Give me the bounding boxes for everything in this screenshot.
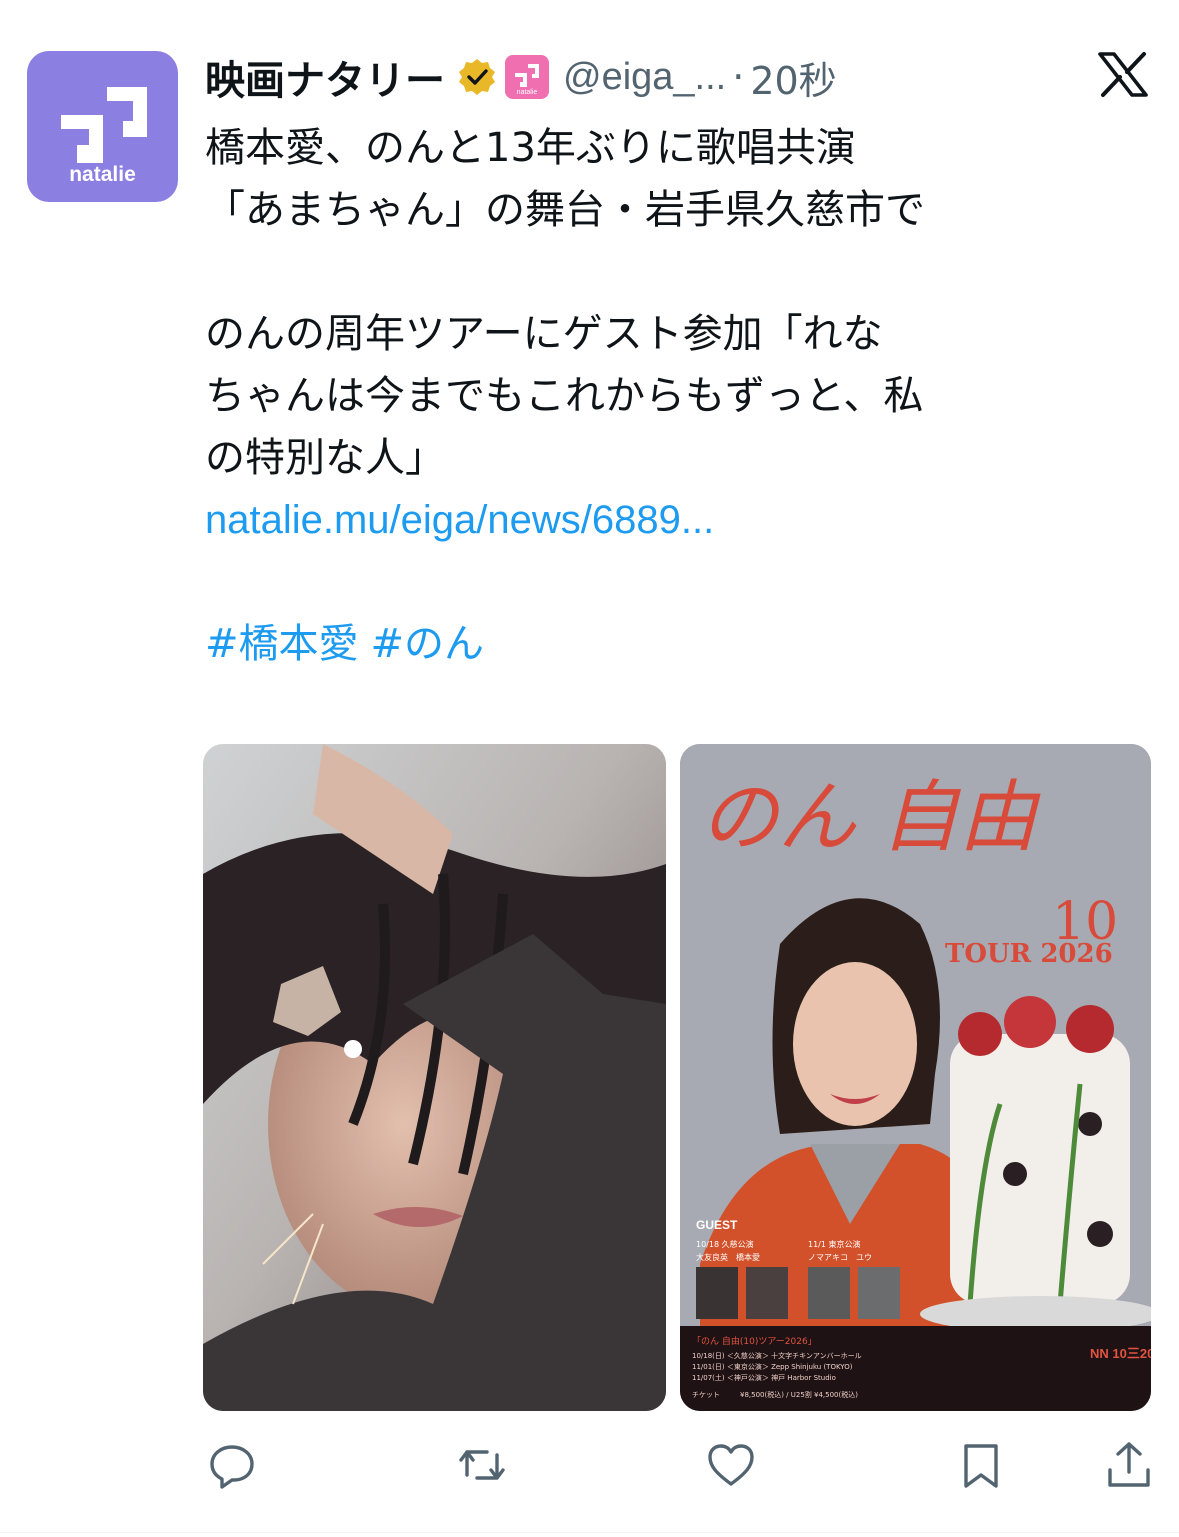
tweet-line: ちゃんは今までもこれからもずっと、私 bbox=[205, 373, 924, 419]
timestamp[interactable]: 20秒 bbox=[750, 50, 836, 105]
bookmark-icon[interactable] bbox=[956, 1440, 1006, 1490]
portrait-photo-image bbox=[203, 744, 666, 1411]
tweet-link[interactable]: natalie.mu/eiga/news/6889... bbox=[205, 489, 1155, 551]
tweet-text: 橋本愛、のんと13年ぶりに歌唱共演 「あまちゃん」の舞台・岩手県久慈市で のんの… bbox=[205, 117, 1155, 675]
hashtag-list: #橋本愛 #のん bbox=[205, 613, 1155, 675]
poster-date1: 10/18(日) ＜久慈公演＞ 十文字チキンアンバーホール bbox=[692, 1351, 862, 1360]
poster-ticket: チケット bbox=[692, 1391, 720, 1399]
poster-price: ¥8,500(税込) / U25割 ¥4,500(税込) bbox=[740, 1390, 858, 1399]
tweet-line: 「あまちゃん」の舞台・岩手県久慈市で bbox=[205, 187, 925, 233]
poster-title: のん 自由 bbox=[700, 773, 1041, 863]
separator-dot: · bbox=[732, 55, 745, 99]
tweet-line: の特別な人」 bbox=[205, 435, 445, 481]
poster-date3: 11/07(土) ＜神戸公演＞ 神戸 Harbor Studio bbox=[692, 1373, 836, 1382]
affiliate-badge[interactable]: natalie bbox=[505, 55, 549, 99]
poster-show1: 10/18 久慈公演 bbox=[696, 1239, 754, 1249]
poster-tour: TOUR 2026 bbox=[945, 939, 1113, 969]
share-icon[interactable] bbox=[1104, 1440, 1154, 1490]
poster-logo: NN 10三20 bbox=[1090, 1346, 1151, 1361]
tweet-photo-2[interactable]: のん 自由 10 TOUR 2026 GUEST 10/18 久慈公演 大友良英… bbox=[680, 744, 1151, 1411]
poster-tour-title: 「のん 自由(10)ツアー2026」 bbox=[692, 1335, 817, 1347]
tweet-photo-1[interactable] bbox=[203, 744, 666, 1411]
tweet-header: 映画ナタリー natalie @eiga_... · 20秒 bbox=[205, 46, 1105, 108]
tweet-line: 橋本愛、のんと13年ぶりに歌唱共演 bbox=[205, 125, 856, 171]
display-name[interactable]: 映画ナタリー bbox=[205, 48, 445, 106]
tweet-line-blank bbox=[205, 241, 1155, 303]
x-logo-icon[interactable] bbox=[1098, 52, 1148, 97]
poster-guest: GUEST bbox=[696, 1218, 738, 1232]
repost-icon[interactable] bbox=[457, 1440, 507, 1490]
hashtag-link[interactable]: #のん bbox=[371, 621, 485, 667]
user-handle[interactable]: @eiga_... bbox=[563, 56, 726, 99]
tweet-spacer bbox=[205, 551, 1155, 613]
app-badge-label: natalie bbox=[516, 89, 538, 96]
hashtag-link[interactable]: #橋本愛 bbox=[205, 621, 359, 667]
poster-show1-guests: 大友良英 橋本愛 bbox=[696, 1252, 760, 1262]
verified-badge-icon[interactable] bbox=[457, 57, 497, 97]
avatar-label: natalie bbox=[69, 163, 136, 186]
poster-show2-guests: ノマアキコ ユウ bbox=[808, 1253, 872, 1262]
like-icon[interactable] bbox=[706, 1440, 756, 1490]
concert-poster-image: のん 自由 10 TOUR 2026 GUEST 10/18 久慈公演 大友良英… bbox=[680, 744, 1151, 1411]
poster-show2: 11/1 東京公演 bbox=[808, 1239, 861, 1249]
reply-icon[interactable] bbox=[208, 1440, 258, 1490]
divider bbox=[0, 1532, 1179, 1533]
avatar[interactable]: natalie bbox=[27, 51, 178, 202]
poster-date2: 11/01(日) ＜東京公演＞ Zepp Shinjuku (TOKYO) bbox=[692, 1362, 853, 1371]
tweet-line: のんの周年ツアーにゲスト参加「れな bbox=[205, 311, 883, 357]
tweet-actions bbox=[0, 1440, 1179, 1490]
